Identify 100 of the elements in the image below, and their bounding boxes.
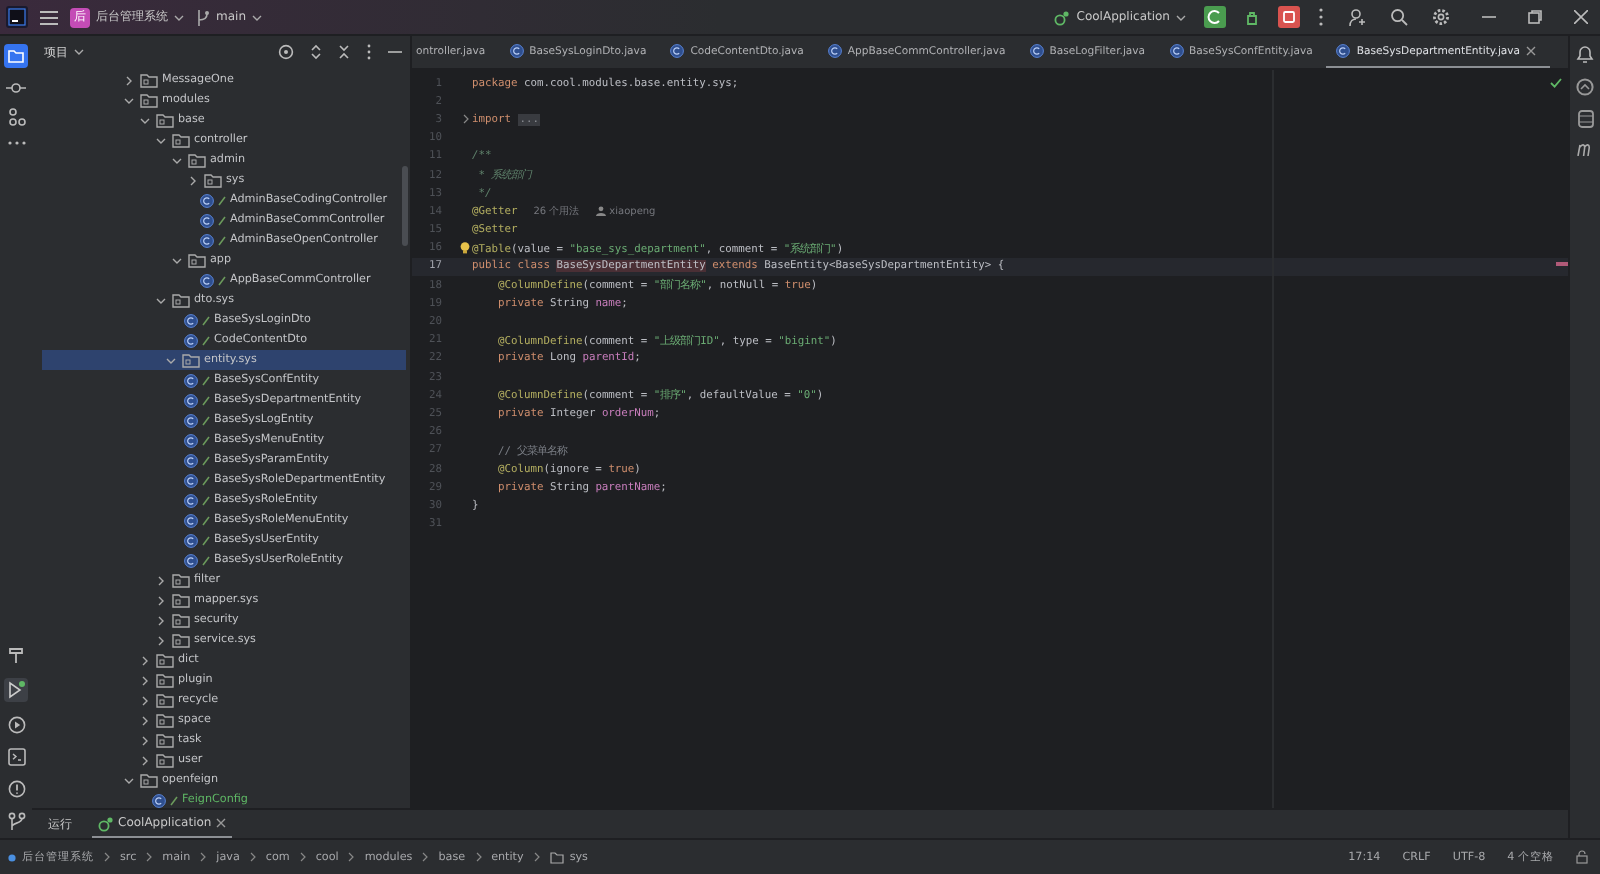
debug-icon[interactable] <box>1244 9 1260 25</box>
folder-icon <box>156 693 174 707</box>
chevron-icon[interactable] <box>124 95 134 105</box>
hammer-icon[interactable] <box>7 646 25 664</box>
chevron-icon[interactable] <box>140 755 150 765</box>
close-icon[interactable] <box>215 818 226 828</box>
app-logo-icon[interactable] <box>6 6 28 28</box>
class-icon <box>184 453 198 467</box>
folder-icon <box>156 753 174 767</box>
folder-icon <box>172 593 190 607</box>
chevron-icon[interactable] <box>140 695 150 705</box>
folder-icon <box>549 851 564 863</box>
chevron-icon <box>249 852 256 862</box>
pin-icon <box>202 375 210 385</box>
caret-icon <box>252 13 262 21</box>
add-user-icon[interactable] <box>1348 8 1366 26</box>
class-icon <box>827 44 842 58</box>
commit-icon[interactable] <box>6 82 26 94</box>
rerun-icon[interactable] <box>1204 6 1226 28</box>
class-icon <box>1336 44 1351 58</box>
class-icon <box>670 44 685 58</box>
folder-icon <box>172 133 190 147</box>
chevron-icon[interactable] <box>188 175 198 185</box>
folder-icon <box>156 713 174 727</box>
fold-icon[interactable] <box>462 114 470 125</box>
chevron-icon[interactable] <box>124 775 134 785</box>
caret-icon[interactable] <box>74 48 84 56</box>
chevron-icon <box>475 852 482 862</box>
class-icon <box>1169 44 1184 58</box>
chevron-icon[interactable] <box>156 615 166 625</box>
chevron-icon[interactable] <box>156 135 166 145</box>
database-icon[interactable] <box>1577 110 1593 128</box>
folder-icon <box>188 253 206 267</box>
structure-icon[interactable] <box>7 108 25 126</box>
pin-icon <box>202 495 210 505</box>
bulb-icon[interactable] <box>460 242 470 255</box>
close-icon[interactable] <box>1526 46 1537 56</box>
class-icon <box>184 493 198 507</box>
git-icon[interactable] <box>7 812 25 830</box>
target-icon[interactable] <box>278 44 294 60</box>
folder-icon[interactable] <box>4 44 28 68</box>
usage-marker[interactable] <box>1556 262 1568 265</box>
chevron-icon <box>200 852 207 862</box>
pin-icon <box>202 435 210 445</box>
pin-icon <box>218 275 226 285</box>
maven-icon[interactable] <box>1576 142 1594 156</box>
pin-icon <box>202 515 210 525</box>
app-run-icon <box>98 815 114 831</box>
chevron-icon[interactable] <box>172 255 182 265</box>
chevron-icon[interactable] <box>140 115 150 125</box>
chevron-icon[interactable] <box>140 655 150 665</box>
pin-icon <box>218 195 226 205</box>
lock-icon[interactable] <box>1576 850 1588 864</box>
minimize-icon[interactable] <box>1482 10 1496 24</box>
chevron-icon[interactable] <box>166 355 176 365</box>
pin-icon <box>218 215 226 225</box>
folder-icon <box>156 653 174 667</box>
collapse-all-icon[interactable] <box>338 44 350 60</box>
chevron-icon[interactable] <box>156 575 166 585</box>
ai-assistant-icon[interactable] <box>1576 78 1594 96</box>
menu-icon[interactable] <box>40 9 58 25</box>
class-icon <box>200 213 214 227</box>
folder-icon <box>188 153 206 167</box>
more-icon[interactable] <box>7 140 25 146</box>
expand-all-icon[interactable] <box>310 44 322 60</box>
more-icon[interactable] <box>1318 8 1324 26</box>
caret-icon <box>174 13 184 21</box>
settings-icon[interactable] <box>1432 8 1450 26</box>
options-icon[interactable] <box>366 44 372 60</box>
stop-icon[interactable] <box>1278 6 1300 28</box>
person-icon <box>595 206 606 217</box>
restore-icon[interactable] <box>1528 10 1542 24</box>
class-icon <box>184 413 198 427</box>
scrollbar-thumb[interactable] <box>402 166 408 246</box>
chevron-icon[interactable] <box>172 155 182 165</box>
close-icon[interactable] <box>1574 10 1588 24</box>
chevron-icon[interactable] <box>124 75 134 85</box>
folder-icon <box>156 113 174 127</box>
class-icon <box>200 233 214 247</box>
problems-icon[interactable] <box>7 780 25 798</box>
class-icon <box>184 333 198 347</box>
check-icon[interactable] <box>1550 78 1562 88</box>
chevron-icon[interactable] <box>156 295 166 305</box>
chevron-icon[interactable] <box>140 675 150 685</box>
terminal-icon[interactable] <box>7 748 25 766</box>
chevron-icon[interactable] <box>156 595 166 605</box>
run-icon[interactable] <box>4 678 28 702</box>
class-icon <box>184 433 198 447</box>
class-icon <box>184 473 198 487</box>
folder-icon <box>172 613 190 627</box>
class-icon <box>1029 44 1044 58</box>
chevron-icon <box>104 852 110 862</box>
bell-icon[interactable] <box>1576 44 1594 64</box>
search-icon[interactable] <box>1390 8 1408 26</box>
chevron-icon[interactable] <box>140 715 150 725</box>
play-icon[interactable] <box>7 716 25 734</box>
chevron-icon[interactable] <box>156 635 166 645</box>
chevron-icon[interactable] <box>140 735 150 745</box>
caret-icon <box>1176 13 1186 21</box>
module-icon <box>8 853 16 861</box>
